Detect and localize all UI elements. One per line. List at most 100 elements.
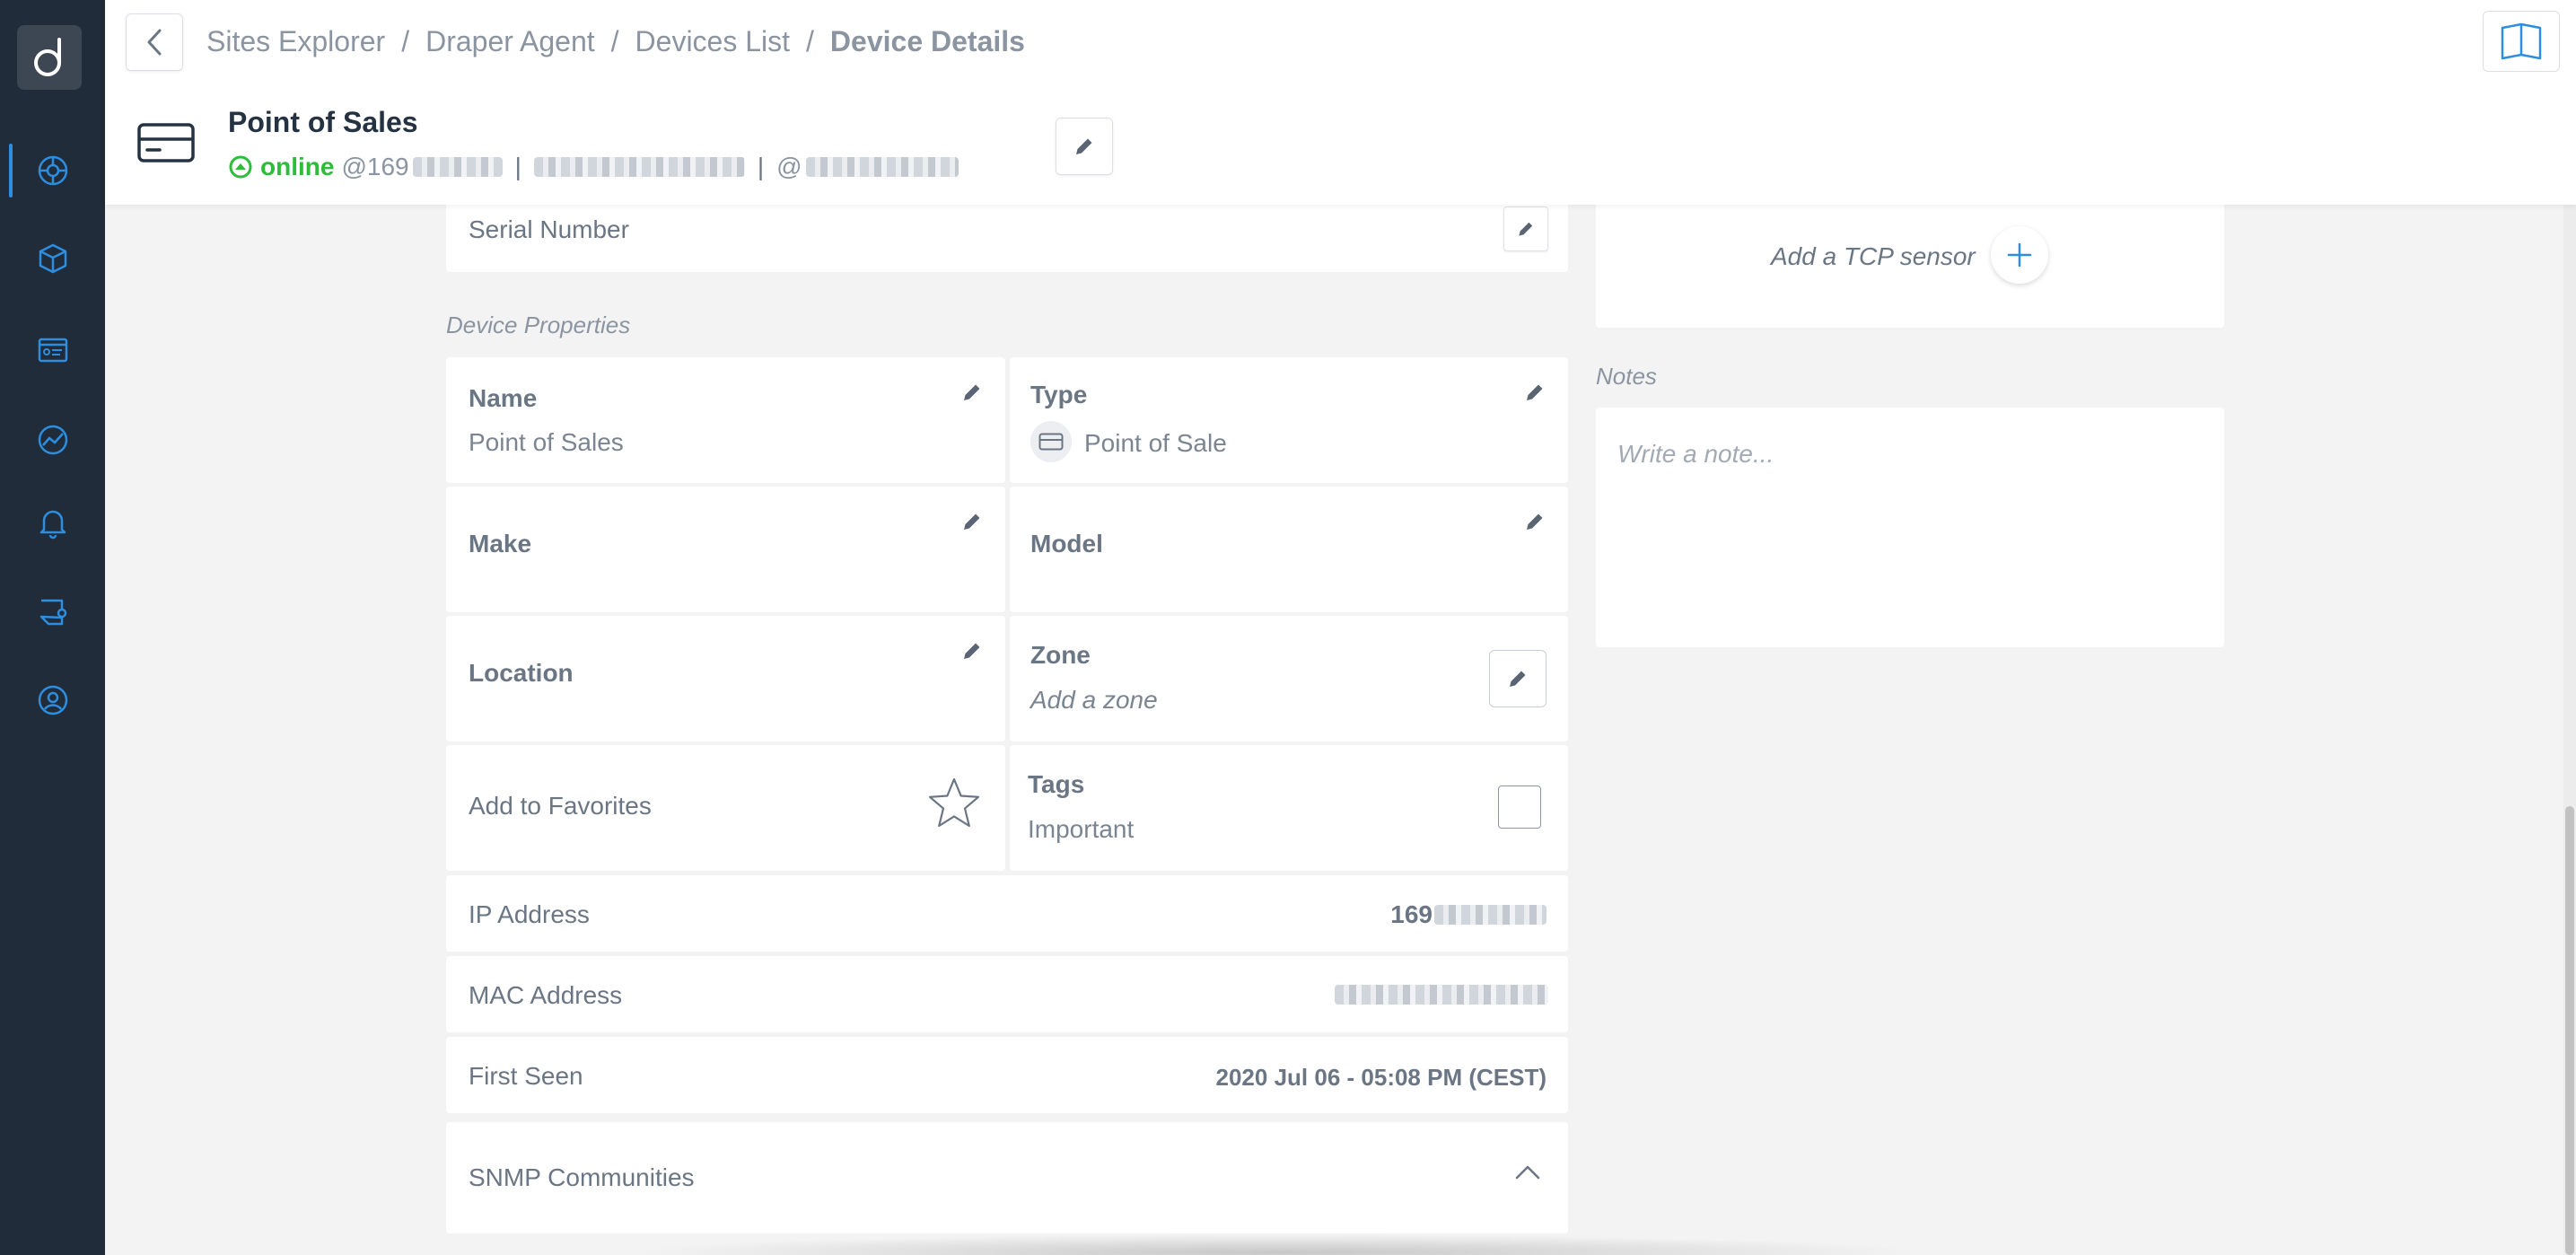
breadcrumb-draper-agent[interactable]: Draper Agent <box>425 25 595 58</box>
credit-card-icon <box>1038 433 1064 451</box>
type-card: Type Point of Sale <box>1010 357 1568 483</box>
edit-name-button[interactable] <box>960 381 984 404</box>
breadcrumb-current: Device Details <box>829 25 1025 57</box>
breadcrumb-separator: / <box>401 25 410 57</box>
nav-integrations[interactable] <box>0 576 105 648</box>
plus-icon <box>2007 242 2032 268</box>
dashboard-icon <box>38 338 67 363</box>
page-header: Sites Explorer / Draper Agent / Devices … <box>105 0 2576 205</box>
add-tcp-sensor-button[interactable] <box>1991 226 2048 284</box>
star-icon[interactable] <box>926 776 982 831</box>
device-ip-prefix: @169 <box>341 153 409 180</box>
nav-devices[interactable] <box>0 223 105 294</box>
nav-dashboard[interactable] <box>0 314 105 386</box>
scrollbar-thumb[interactable] <box>2565 806 2574 1255</box>
nav-account[interactable] <box>0 664 105 736</box>
device-title: Point of Sales <box>228 106 418 138</box>
make-label: Make <box>469 530 532 557</box>
notes-section-label: Notes <box>1596 363 1657 390</box>
pencil-icon <box>1510 671 1526 687</box>
snmp-communities-label: SNMP Communities <box>469 1163 695 1191</box>
edit-device-button[interactable] <box>1056 118 1113 175</box>
location-card: Location <box>446 616 1005 742</box>
nav-alerts[interactable] <box>0 487 105 558</box>
breadcrumb-separator: / <box>806 25 814 57</box>
edit-serial-button[interactable] <box>1503 206 1548 251</box>
model-label: Model <box>1030 530 1103 557</box>
edit-location-button[interactable] <box>960 639 984 663</box>
user-icon <box>38 685 67 715</box>
redacted-hostname <box>805 157 959 177</box>
bell-icon <box>39 510 66 540</box>
nav-analytics[interactable] <box>0 404 105 476</box>
edit-model-button[interactable] <box>1523 510 1546 533</box>
first-seen-value: 2020 Jul 06 - 05:08 PM (CEST) <box>1215 1064 1546 1091</box>
tags-label: Tags <box>1028 770 1085 798</box>
type-label: Type <box>1030 381 1088 408</box>
d-logo-icon <box>34 38 61 76</box>
type-icon-badge <box>1030 421 1072 462</box>
chart-icon <box>38 425 67 455</box>
edit-zone-button[interactable] <box>1489 650 1546 707</box>
tags-value: Important <box>1028 815 1135 843</box>
docs-button[interactable] <box>2483 11 2560 72</box>
first-seen-label: First Seen <box>469 1062 583 1090</box>
bottom-shadow <box>628 1234 1930 1255</box>
device-status-line: online @169 | | @ <box>228 153 959 181</box>
settings-icon <box>39 599 66 626</box>
tcp-sensor-label: Add a TCP sensor <box>1771 242 1976 270</box>
ip-address-row: IP Address 169 <box>446 875 1568 952</box>
app-logo[interactable] <box>17 25 82 90</box>
ip-address-value-group: 169 <box>1390 900 1546 929</box>
device-properties-label: Device Properties <box>446 312 631 338</box>
pencil-icon <box>1519 222 1533 236</box>
online-status-icon <box>229 155 252 179</box>
mac-address-label: MAC Address <box>469 981 623 1009</box>
edit-make-button[interactable] <box>960 510 984 533</box>
separator: | <box>757 153 765 180</box>
redacted-ip <box>412 157 503 177</box>
globe-icon <box>38 155 67 186</box>
sidebar <box>0 0 105 1255</box>
redacted-mac <box>1335 985 1548 1005</box>
important-tag-checkbox[interactable] <box>1498 785 1541 829</box>
favorites-card: Add to Favorites <box>446 745 1005 871</box>
breadcrumb-sites-explorer[interactable]: Sites Explorer <box>206 25 385 58</box>
ip-address-value: 169 <box>1390 900 1433 928</box>
edit-type-button[interactable] <box>1523 381 1546 404</box>
favorites-label: Add to Favorites <box>469 792 652 820</box>
breadcrumb-devices-list[interactable]: Devices List <box>635 25 791 58</box>
status-badge: online <box>260 153 335 180</box>
serial-number-label: Serial Number <box>469 215 629 243</box>
credit-card-icon <box>137 123 195 162</box>
redacted-mac <box>533 157 745 177</box>
pencil-icon <box>1076 138 1092 154</box>
redacted-ip <box>1434 905 1546 925</box>
nav-sites[interactable] <box>0 135 105 206</box>
ip-address-label: IP Address <box>469 900 590 928</box>
name-value: Point of Sales <box>469 428 624 456</box>
location-label: Location <box>469 659 574 687</box>
back-button[interactable] <box>126 13 183 71</box>
model-card: Model <box>1010 487 1568 612</box>
notes-card[interactable]: Write a note... <box>1596 408 2224 647</box>
name-label: Name <box>469 384 538 412</box>
chevron-left-icon <box>147 29 162 56</box>
first-seen-row: First Seen 2020 Jul 06 - 05:08 PM (CEST) <box>446 1037 1568 1113</box>
snmp-communities-row[interactable]: SNMP Communities <box>446 1122 1568 1233</box>
device-at-symbol: @ <box>776 153 802 180</box>
notes-input[interactable]: Write a note... <box>1617 440 1774 469</box>
zone-label: Zone <box>1030 641 1091 669</box>
page-scrollbar[interactable] <box>2563 205 2576 1255</box>
chevron-up-icon[interactable] <box>1514 1163 1541 1181</box>
type-value: Point of Sale <box>1084 429 1227 457</box>
tags-card: Tags Important <box>1010 745 1568 871</box>
zone-placeholder: Add a zone <box>1030 686 1158 714</box>
book-icon <box>2501 22 2542 60</box>
breadcrumb: Sites Explorer / Draper Agent / Devices … <box>206 25 1025 58</box>
cube-icon <box>39 243 66 274</box>
name-card: Name Point of Sales <box>446 357 1005 483</box>
breadcrumb-separator: / <box>610 25 619 57</box>
separator: | <box>514 153 521 180</box>
zone-card: Zone Add a zone <box>1010 616 1568 742</box>
